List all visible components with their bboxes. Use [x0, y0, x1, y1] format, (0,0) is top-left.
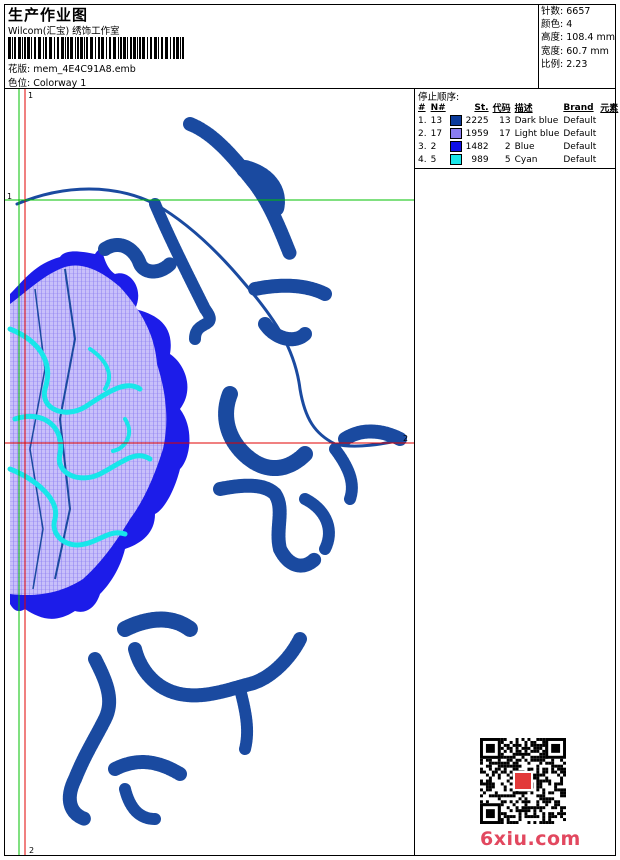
barcode: [8, 37, 184, 59]
color-swatch: [449, 128, 462, 139]
stats-divider: [538, 4, 539, 88]
guide-label-h2: 2: [403, 434, 408, 443]
col-brand: Brand: [563, 102, 594, 113]
stat-row: 高度: 108.4 mm: [541, 32, 615, 44]
page-title: 生产作业图: [8, 6, 89, 24]
stat-row: 颜色: 4: [541, 19, 573, 31]
colorway-name: Colorway 1: [33, 78, 87, 89]
design-info: 花版: mem_4E4C91A8.emb: [8, 61, 136, 75]
stop-sequence-header: # N# St. 代码 描述 Brand 元素: [416, 101, 620, 115]
color-swatch: [449, 115, 462, 126]
col-code: 代码: [492, 104, 511, 114]
colorway-info: 色位: Colorway 1: [8, 75, 86, 89]
stat-row: 针数: 6657: [541, 6, 591, 17]
embroidery-preview: 1 1 2 2: [5, 89, 414, 855]
color-swatch: [449, 154, 462, 165]
stops-bottom-divider: [414, 168, 616, 169]
col-element: 元素: [600, 104, 619, 114]
stats-panel: 针数: 6657 颜色: 4 高度: 108.4 mm 宽度: 60.7 mm …: [541, 5, 615, 71]
watermark-logo: 6xiu.com: [480, 828, 581, 850]
table-row: 3. 2 1482 2 Blue Default: [418, 141, 597, 152]
guide-label-v1: 1: [28, 91, 33, 100]
guide-label-h1: 1: [7, 192, 12, 201]
qr-code: [480, 738, 566, 824]
stops-divider: [414, 88, 415, 856]
design-name: mem_4E4C91A8.emb: [33, 64, 136, 75]
col-swatch: [448, 101, 464, 114]
guide-label-v2: 2: [29, 846, 34, 855]
table-row: 4. 5 989 5 Cyan Default: [418, 154, 597, 165]
design-label: 花版:: [8, 64, 31, 75]
colorway-label: 色位:: [8, 78, 31, 89]
table-row: 1. 13 2225 13 Dark blue Default: [418, 115, 597, 126]
col-stitches: St.: [474, 102, 489, 113]
stop-sequence-table: # N# St. 代码 描述 Brand 元素 1. 13 2225 13 Dark…: [416, 101, 620, 166]
lotus-motif: [7, 249, 190, 619]
stat-row: 比例: 2.23: [541, 58, 588, 70]
col-index: #: [418, 102, 426, 113]
col-description: 描述: [514, 104, 533, 114]
company-name: Wilcom(汇宝) 绣饰工作室: [8, 26, 120, 37]
col-number: N#: [430, 102, 446, 113]
stat-row: 宽度: 60.7 mm: [541, 45, 609, 57]
color-swatch: [449, 141, 462, 152]
table-row: 2. 17 1959 17 Light blue Default: [418, 128, 597, 139]
